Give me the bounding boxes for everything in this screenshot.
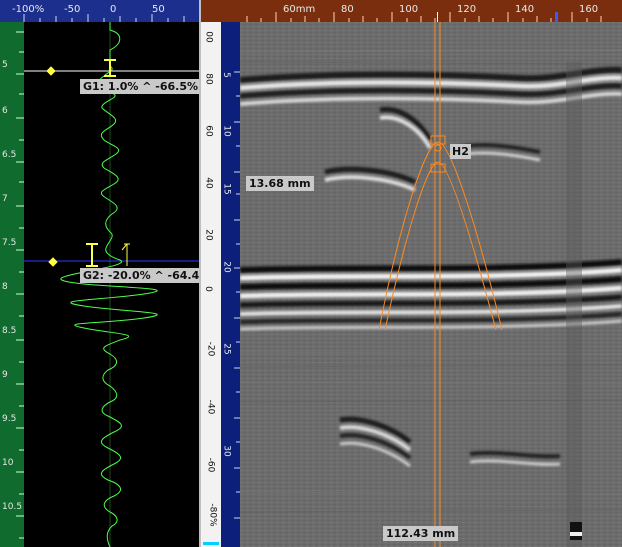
scale-tick: 80 <box>203 73 214 85</box>
gate2-readout: G2: -20.0% ^ -64.4% <box>80 268 199 283</box>
depth-tick: 5 <box>2 60 8 70</box>
bscan-depth-tick: 30 <box>221 445 232 457</box>
amplitude-ruler[interactable]: -100% -50 0 50 <box>0 0 199 22</box>
ascan-waveform-canvas <box>24 22 199 547</box>
depth-tick: 8.5 <box>2 326 17 336</box>
scale-tick: 20 <box>203 229 214 241</box>
scale-tick: 40 <box>203 177 214 189</box>
panel-splitter[interactable] <box>199 0 201 547</box>
amplitude-color-scale: 00 80 60 40 20 0 -20 -40 -60 -80% <box>201 22 221 547</box>
bscan-depth-tick: 15 <box>221 183 232 195</box>
depth-tick: 6.5 <box>2 150 17 160</box>
depth-readout: 13.68 mm <box>246 176 314 191</box>
scan-ruler-ticks <box>246 12 602 22</box>
bscan-depth-tick: 20 <box>221 261 232 273</box>
scale-tick: -60 <box>205 457 216 473</box>
position-readout: 112.43 mm <box>383 526 459 541</box>
scale-tick: -20 <box>205 341 216 357</box>
bscan-panel[interactable]: 60mm 80 100 120 140 160 00 80 60 40 20 0… <box>201 0 622 547</box>
ascan-panel[interactable]: -100% -50 0 50 5 6 6.5 7 7.5 8 8.5 9 9.5… <box>0 0 199 547</box>
depth-ruler[interactable]: 5 6 6.5 7 7.5 8 8.5 9 9.5 10 10.5 <box>0 22 24 547</box>
gate1-readout: G1: 1.0% ^ -66.5% <box>80 79 199 94</box>
gate2-marker <box>48 243 130 267</box>
gate1-marker <box>46 59 116 77</box>
hyperbola-label: H2 <box>450 144 471 159</box>
amp-ruler-ticks <box>23 14 185 22</box>
bscan-depth-ruler[interactable]: 5 10 15 20 25 30 <box>221 22 240 547</box>
scale-tick: 60 <box>203 125 214 137</box>
scale-tick: -40 <box>205 399 216 415</box>
depth-tick: 9 <box>2 370 8 380</box>
bscan-depth-tick: 25 <box>221 343 232 355</box>
bscan-depth-tick: 10 <box>221 125 232 137</box>
bscan-depth-ticks <box>234 71 240 519</box>
scan-position-marker <box>555 12 558 22</box>
scale-cursor <box>203 542 219 545</box>
scale-tick: -80% <box>207 503 218 527</box>
bscan-depth-tick: 5 <box>220 72 231 78</box>
scan-axis-ruler[interactable]: 60mm 80 100 120 140 160 <box>201 0 622 22</box>
scale-tick: 0 <box>202 286 213 292</box>
depth-tick: 10.5 <box>2 502 23 512</box>
depth-tick: 7.5 <box>2 238 17 248</box>
depth-tick: 7 <box>2 194 8 204</box>
depth-tick: 9.5 <box>2 414 17 424</box>
depth-tick: 10 <box>2 458 14 468</box>
bscan-image[interactable]: H2 13.68 mm 112.43 mm <box>240 22 622 547</box>
scale-tick: 00 <box>203 31 214 43</box>
depth-tick: 6 <box>2 106 8 116</box>
ascan-plot[interactable]: G1: 1.0% ^ -66.5% G2: -20.0% ^ -64.4% <box>24 22 199 547</box>
bscan-canvas <box>240 22 622 547</box>
depth-tick: 8 <box>2 282 8 292</box>
ascan-waveform <box>60 22 158 547</box>
